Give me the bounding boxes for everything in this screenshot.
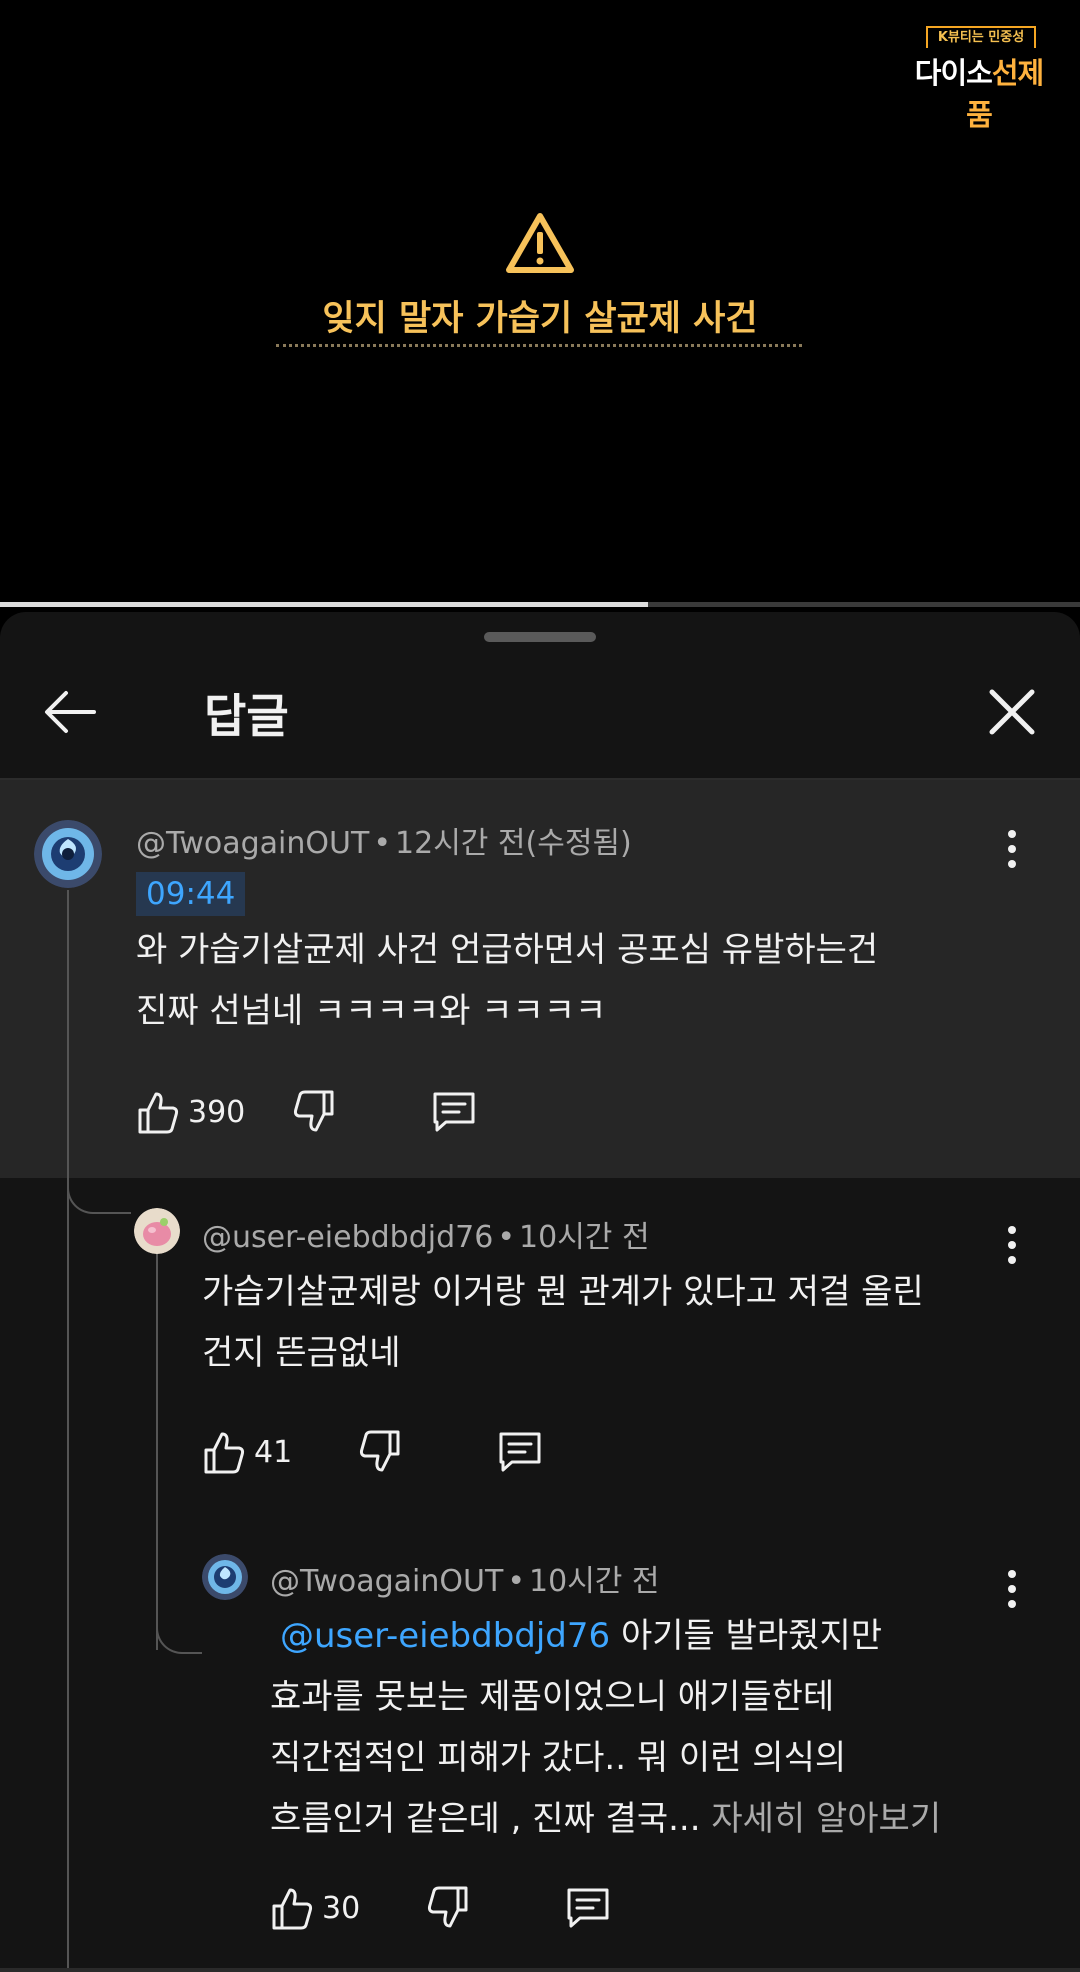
progress-fill <box>0 602 648 607</box>
thumbs-down-icon <box>293 1090 334 1132</box>
mention-link[interactable]: @user-eiebdbdjd76 <box>280 1616 610 1656</box>
avatar[interactable] <box>134 1208 180 1254</box>
thread-connector <box>156 1612 202 1654</box>
comment-time: 10시간 전 <box>529 1564 660 1599</box>
channel-logo-badge: K뷰티는 민중성 다이소선제품 <box>904 26 1054 132</box>
like-button[interactable]: 30 <box>270 1880 360 1936</box>
comment-time: 12시간 전(수정됨) <box>395 826 632 861</box>
more-options-icon[interactable] <box>997 1564 1027 1614</box>
reply-button[interactable] <box>564 1880 612 1936</box>
dislike-button[interactable] <box>292 1084 336 1140</box>
avatar[interactable] <box>34 820 102 888</box>
like-button[interactable]: 390 <box>136 1084 245 1140</box>
thumbs-up-icon <box>138 1092 179 1134</box>
like-count: 390 <box>188 1094 246 1130</box>
thread-connector <box>67 1172 131 1214</box>
bottom-divider <box>0 1968 1080 1972</box>
thumbs-down-icon <box>427 1886 468 1928</box>
author-name[interactable]: @TwoagainOUT <box>136 826 369 861</box>
reply-comment-icon <box>499 1432 541 1472</box>
thread-line <box>156 1250 158 1650</box>
thumbs-up-icon <box>204 1432 245 1474</box>
comment-text: @user-eiebdbdjd76 아기들 발라줬지만 효과를 못보는 제품이었… <box>270 1616 942 1839</box>
thumbs-down-icon <box>359 1430 400 1472</box>
panel-title: 답글 <box>204 689 289 743</box>
comment-meta: @TwoagainOUT • 10시간 전 <box>270 1564 660 1599</box>
warning-caption: 잊지 말자 가습기 살균제 사건 <box>322 299 758 339</box>
timestamp-link[interactable]: 09:44 <box>136 872 246 916</box>
author-name[interactable]: @user-eiebdbdjd76 <box>202 1220 493 1255</box>
more-options-icon[interactable] <box>997 1220 1027 1270</box>
read-more-link[interactable]: 자세히 알아보기 <box>701 1799 941 1839</box>
thread-line <box>67 890 69 1972</box>
close-icon[interactable] <box>978 678 1046 746</box>
panel-header: 답글 <box>0 658 1080 778</box>
avatar[interactable] <box>202 1554 248 1600</box>
comment-time: 10시간 전 <box>519 1220 650 1255</box>
comment-text: 가습기살균제랑 이거랑 뭔 관계가 있다고 저걸 올린 건지 뜬금없네 <box>202 1272 924 1373</box>
badge-title: 다이소선제품 <box>914 56 1044 132</box>
like-count: 41 <box>254 1434 293 1470</box>
thumbs-up-icon <box>272 1888 313 1930</box>
video-player[interactable]: K뷰티는 민중성 다이소선제품 잊지 말자 가습기 살균제 사건 <box>0 0 1080 604</box>
author-name[interactable]: @TwoagainOUT <box>270 1564 503 1599</box>
warning-icon <box>506 213 574 273</box>
badge-tagline: K뷰티는 민중성 <box>926 26 1036 48</box>
dislike-button[interactable] <box>358 1424 402 1480</box>
caption-underline <box>276 344 802 347</box>
video-progress-bar[interactable] <box>0 602 1080 607</box>
reply-comment-icon <box>433 1092 475 1132</box>
reply-button[interactable] <box>496 1424 544 1480</box>
drag-handle[interactable] <box>484 632 596 642</box>
comment-meta: @TwoagainOUT • 12시간 전(수정됨) <box>136 826 632 861</box>
like-count: 30 <box>322 1890 361 1926</box>
like-button[interactable]: 41 <box>202 1424 292 1480</box>
avatar-icon <box>134 1208 180 1254</box>
comment-meta: @user-eiebdbdjd76 • 10시간 전 <box>202 1220 650 1255</box>
replies-panel: 답글 @TwoagainOUT • 12시간 전(수정됨) 09:44 와 가습기살… <box>0 612 1080 1972</box>
avatar-icon <box>202 1554 248 1600</box>
reply-button[interactable] <box>430 1084 478 1140</box>
comment-text: 와 가습기살균제 사건 언급하면서 공포심 유발하는건 진짜 선넘네 ㅋㅋㅋㅋ와… <box>136 930 879 1031</box>
more-options-icon[interactable] <box>997 824 1027 874</box>
reply-comment-icon <box>567 1888 609 1928</box>
dislike-button[interactable] <box>426 1880 470 1936</box>
avatar-icon <box>34 820 102 888</box>
arrow-left-icon[interactable] <box>36 678 104 746</box>
